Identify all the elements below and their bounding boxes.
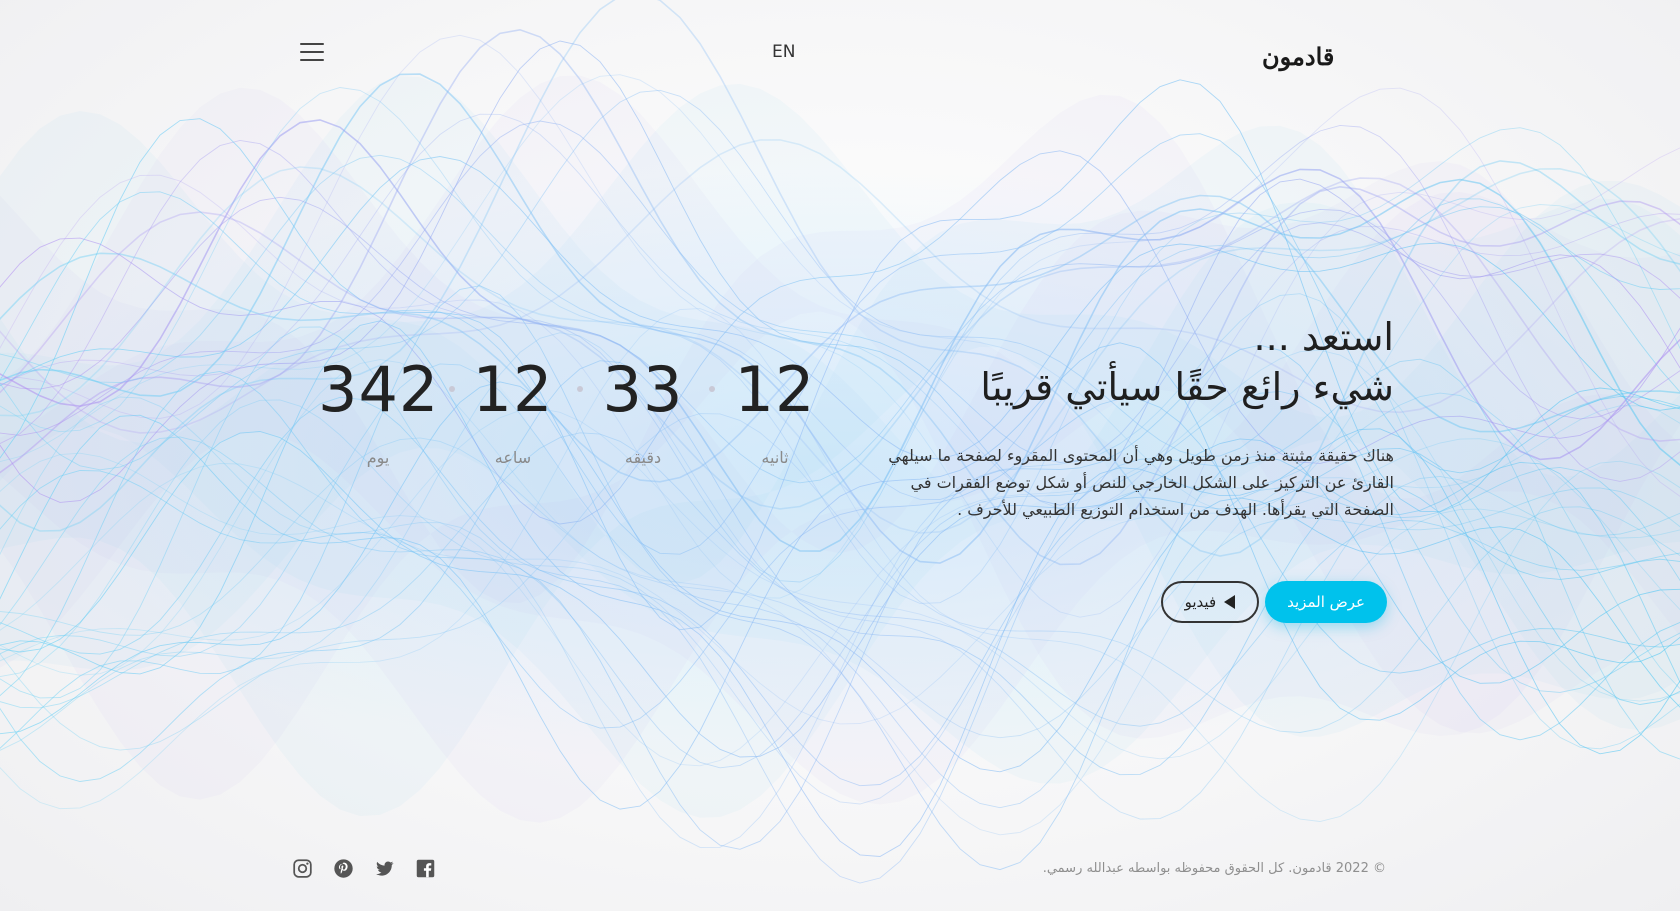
hero-title: استعد ... شيء رائع حقًا سيأتي قريبًا [874, 312, 1394, 412]
countdown-separator [449, 386, 455, 392]
hero-description: هناك حقيقة مثبتة منذ زمن طويل وهي أن الم… [888, 446, 1394, 519]
countdown-separator [577, 386, 583, 392]
show-more-button[interactable]: عرض المزيد [1265, 581, 1387, 623]
copyright-text: © 2022 قادمون. كل الحقوق محفوظه بواسطه ع… [1042, 861, 1386, 876]
language-switch[interactable]: EN [772, 42, 795, 62]
minutes-label: دقيقه [624, 448, 662, 467]
countdown-hours: 12 ساعه [468, 350, 558, 467]
days-label: يوم [366, 448, 390, 467]
video-button-label: فيديو [1184, 593, 1217, 611]
hero-title-line2: شيء رائع حقًا سيأتي قريبًا [980, 365, 1394, 409]
countdown: 342 يوم 12 ساعه 33 دقيقه 12 ثانيه [318, 350, 818, 480]
hamburger-menu-icon [300, 43, 324, 45]
twitter-icon[interactable] [374, 858, 395, 879]
social-links [292, 858, 436, 879]
countdown-seconds: 12 ثانيه [730, 350, 820, 467]
menu-button[interactable] [300, 43, 324, 63]
instagram-icon[interactable] [292, 858, 313, 879]
play-icon [1224, 595, 1236, 609]
seconds-label: ثانيه [761, 448, 789, 467]
countdown-minutes: 33 دقيقه [598, 350, 688, 467]
wave-background [0, 0, 1680, 884]
facebook-icon[interactable] [415, 858, 436, 879]
countdown-days: 342 يوم [318, 350, 438, 467]
hero-section: استعد ... شيء رائع حقًا سيأتي قريبًا هنا… [874, 312, 1394, 523]
coming-soon-page: EN قادمون 342 يوم 12 ساعه 33 دقيقه 12 ثا… [0, 0, 1680, 911]
video-button[interactable]: فيديو [1160, 581, 1260, 623]
hours-value: 12 [472, 353, 554, 426]
site-logo[interactable]: قادمون [1262, 42, 1335, 71]
minutes-value: 33 [602, 353, 684, 426]
hero-buttons: عرض المزيد فيديو [1160, 581, 1387, 623]
hours-label: ساعه [494, 448, 532, 467]
pinterest-icon[interactable] [333, 858, 354, 879]
countdown-separator [709, 386, 715, 392]
days-value: 342 [318, 353, 440, 426]
seconds-value: 12 [734, 353, 816, 426]
hero-title-line1: استعد ... [1253, 315, 1394, 359]
